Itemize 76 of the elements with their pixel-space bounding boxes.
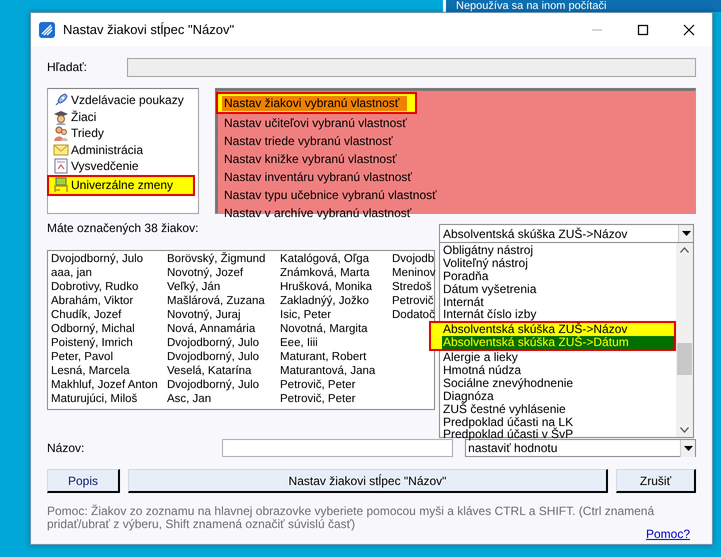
tree-item[interactable]: Žiaci [51,108,195,125]
dropdown-option[interactable]: Hmotná núdza [442,364,676,377]
student-name[interactable]: Dvojodb [392,252,434,266]
student-name[interactable]: Dvojodborný, Julo [167,378,280,392]
action-item[interactable]: Nastav typu učebnice vybranú vlastnosť [222,188,439,202]
student-name[interactable]: Petrovič, Peter [280,392,392,406]
action-item[interactable]: Nastav knižke vybranú vlastnosť [222,152,407,166]
student-name[interactable]: Maturujúci, Miloš [51,392,167,406]
student-name[interactable]: Známková, Marta [280,266,392,280]
student-name[interactable]: Eee, Iiii [280,336,392,350]
window-title: Nastav žiakovi stĺpec "Názov" [63,20,234,39]
tree-item[interactable]: Triedy [51,125,195,142]
student-name[interactable]: Dvojodborný, Julo [167,336,280,350]
dialog-button[interactable]: Popis [47,469,120,493]
student-name[interactable]: Poistený, Imrich [51,336,167,350]
student-name[interactable]: Novotný, Juraj [167,308,280,322]
student-name[interactable]: Hrušková, Monika [280,280,392,294]
selected-count: Máte označených 38 žiakov: [47,220,198,237]
tree-item[interactable]: Vysvedčenie [51,158,195,174]
student-name[interactable]: Isic, Peter [280,308,392,322]
student-name[interactable]: Asc, Jan [167,392,280,406]
action-item[interactable]: Nastav inventáru vybranú vlastnosť [222,170,414,184]
dropdown-option[interactable]: Voliteľný nástroj [442,256,676,270]
student-name[interactable]: Petrovič, Peter [280,378,392,392]
student-name[interactable]: Katalógová, Oľga [280,252,392,266]
student-name[interactable]: Zakladnýý, Jožko [280,294,392,308]
dropdown-option[interactable]: Internát [442,296,676,308]
dropdown-option[interactable]: Alergie a lieky [442,351,676,364]
student-name[interactable]: Mašlárová, Zuzana [167,294,280,308]
student-name[interactable]: Dobrotivy, Rudko [51,280,167,294]
dropdown-option[interactable]: Internát číslo izby [442,308,676,322]
dropdown-option[interactable]: ZUŠ čestné vyhlásenie [442,402,676,416]
student-name[interactable]: Abrahám, Viktor [51,294,167,308]
student-name[interactable]: Dodatoč [392,308,434,322]
dropdown-option[interactable]: Absolventská skúška ZUŠ->Názov [442,323,674,336]
student-name[interactable]: Borövský, Žigmund [167,252,280,266]
student-name[interactable]: Veselá, Katarína [167,364,280,378]
action-item[interactable]: Nastav učiteľovi vybranú vlastnosť [222,116,409,130]
student-name[interactable]: Maturant, Robert [280,350,392,364]
student-name[interactable]: Petrovič [392,294,434,308]
student-name[interactable]: Meninov [392,266,434,280]
student-name[interactable]: Stredoš [392,280,434,294]
action-item[interactable]: Nastav žiakovi vybranú vlastnosť [222,96,407,110]
dropdown-option[interactable]: Predpoklad účasti na LK [442,416,676,428]
student-name[interactable]: Peter, Pavol [51,350,167,364]
tree-item[interactable]: Vzdelávacie poukazy [51,92,195,108]
student-name[interactable]: Odborný, Michal [51,322,167,336]
student-name[interactable]: Novotná, Margita [280,322,392,336]
student-name[interactable]: Lesná, Marcela [51,364,167,378]
student-name[interactable]: Makhluf, Jozef Anton [51,378,167,392]
student-name[interactable]: Dvojodborný, Julo [167,350,280,364]
search-label: Hľadať: [47,59,88,76]
banner-text: Nepoužíva sa na inom počítači [443,0,721,12]
student-name[interactable]: aaa, jan [51,266,167,280]
dropdown-option[interactable]: Predpoklad účasti v ŠvP [442,428,676,442]
dropdown-option[interactable]: Obligátny nástroj [442,244,676,257]
tree-item[interactable]: Univerzálne zmeny [47,174,195,196]
student-name[interactable]: Chudík, Jozef [51,308,167,322]
action-item[interactable]: Nastav triede vybranú vlastnosť [222,134,407,148]
student-name[interactable]: Maturantová, Jana [280,364,392,378]
column-select[interactable]: Absolventská skúška ZUŠ->Názov [439,224,694,243]
action-item[interactable]: Nastav v archíve vybranú vlastnosť [222,206,414,220]
dialog-button[interactable]: Zrušiť [616,469,696,493]
tree-item[interactable]: Administrácia [51,142,195,158]
student-name[interactable]: Novotný, Jozef [167,266,280,280]
name-label: Názov: [47,440,84,457]
dialog-button[interactable]: Nastav žiakovi stĺpec "Názov" [128,469,608,493]
dropdown-option[interactable]: Diagnóza [442,390,676,403]
student-name[interactable]: Nová, Annamária [167,322,280,336]
dropdown-option[interactable]: Absolventská skúška ZUŠ->Dátum [442,336,674,350]
student-name[interactable]: Dvojodborný, Julo [51,252,167,266]
dropdown-option[interactable]: Dátum vyšetrenia [442,282,676,296]
mode-select[interactable]: nastaviť hodnotu [465,439,696,457]
dropdown-option[interactable]: Poradňa [442,270,676,283]
dropdown-option[interactable]: Sociálne znevýhodnenie [442,376,676,390]
student-name[interactable]: Veľký, Ján [167,280,280,294]
